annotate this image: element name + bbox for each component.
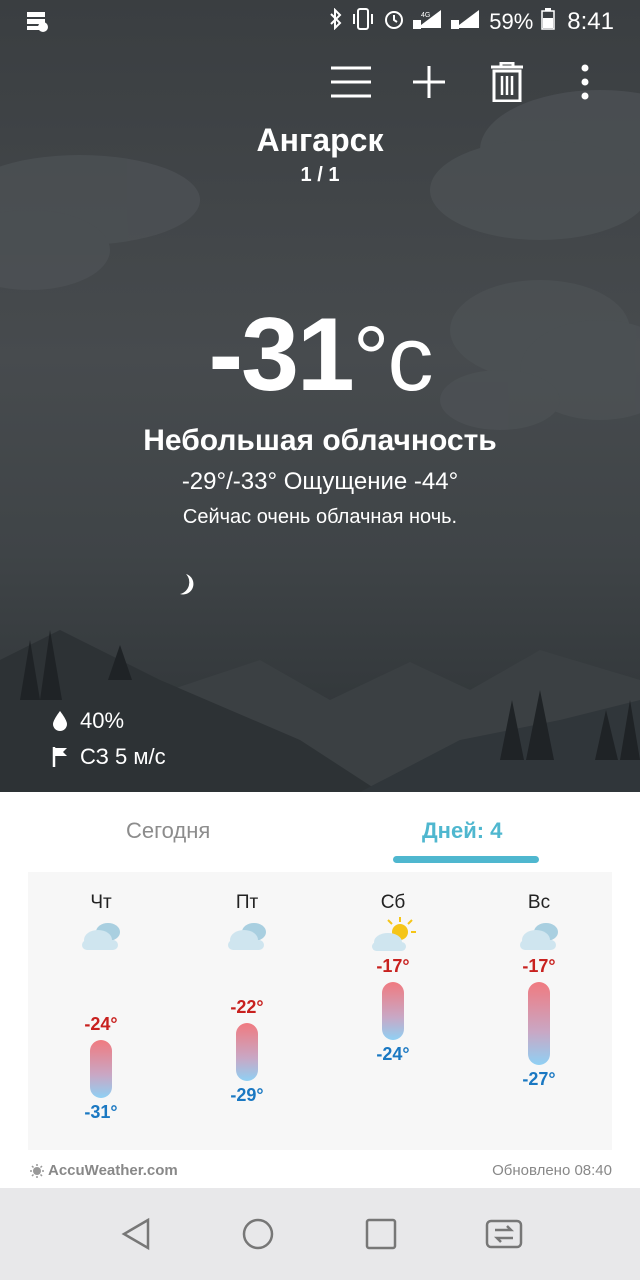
forecast-day[interactable]: Сб -17° -24°: [320, 872, 466, 1150]
low-temp: -31°: [84, 1102, 118, 1122]
menu-icon: [331, 66, 371, 98]
cloudy-icon: [520, 923, 558, 950]
svg-text:4G: 4G: [421, 12, 430, 19]
accuweather-sun-icon: [30, 1163, 44, 1178]
day-name: Пт: [235, 892, 259, 913]
day-name: Чт: [90, 892, 112, 913]
humidity-row: 40%: [52, 708, 124, 734]
vibrate-icon: [351, 8, 375, 36]
temperature-range-feels-like: -29°/-33° Ощущение -44°: [181, 468, 459, 495]
signal-sim2-icon: [451, 8, 481, 36]
home-icon: [242, 1218, 274, 1250]
temperature-value: -31: [208, 297, 354, 413]
forecast-day[interactable]: Чт -24° -31°: [28, 872, 174, 1150]
status-bar: 4G 59% 8:41: [0, 0, 640, 44]
menu-button[interactable]: [312, 56, 390, 108]
forecast-day[interactable]: Пт -22° -29°: [174, 872, 320, 1150]
battery-percent: 59%: [489, 9, 534, 34]
high-temp: -24°: [84, 1014, 118, 1034]
updated-time: Обновлено 08:40: [492, 1162, 612, 1179]
forecast-day[interactable]: Вс -17° -27°: [466, 872, 612, 1150]
weather-hero: 4G 59% 8:41 Ангарск 1 / 1 -31°c Небольша…: [0, 0, 640, 792]
tab-days[interactable]: Дней: 4: [422, 818, 502, 844]
high-temp: -22°: [230, 997, 264, 1018]
low-temp: -24°: [376, 1044, 410, 1064]
bluetooth-icon: [329, 7, 343, 36]
high-temp: -17°: [522, 956, 556, 976]
navigation-bar: [0, 1188, 640, 1280]
temp-range-bar: [236, 1023, 258, 1082]
more-options-button[interactable]: [546, 56, 624, 108]
moon-shape: [180, 574, 194, 595]
wind-value: СЗ 5 м/с: [80, 744, 166, 769]
add-icon: [413, 66, 445, 98]
cloudy-icon: [228, 923, 266, 950]
recents-icon: [365, 1218, 397, 1250]
more-icon: [581, 64, 589, 100]
signal-sim1-4g-icon: 4G: [413, 8, 443, 36]
back-icon: [121, 1217, 150, 1251]
wind-row: СЗ 5 м/с: [52, 744, 166, 770]
day-name: Вс: [527, 892, 551, 913]
day-name: Сб: [380, 892, 406, 913]
alarm-icon: [383, 8, 405, 36]
delete-location-button[interactable]: [468, 56, 546, 108]
active-tab-indicator: [393, 856, 539, 863]
back-button[interactable]: [116, 1214, 156, 1254]
brand-label: AccuWeather.com: [48, 1162, 178, 1179]
wind-flag-icon: [52, 747, 67, 767]
notification-server-icon: [26, 10, 48, 37]
forecast-tabs: Сегодня Дней: 4: [0, 792, 640, 864]
humidity-value: 40%: [80, 708, 125, 733]
temp-range-bar: [90, 1040, 112, 1098]
high-temp: -17°: [376, 956, 410, 976]
location-page-indicator: 1 / 1: [300, 164, 340, 186]
cloudy-icon: [82, 923, 120, 950]
add-location-button[interactable]: [390, 56, 468, 108]
low-temp: -29°: [230, 1085, 264, 1106]
home-button[interactable]: [238, 1214, 278, 1254]
humidity-drop-icon: [53, 711, 67, 731]
battery-icon: [541, 8, 556, 36]
tab-today[interactable]: Сегодня: [126, 818, 210, 844]
weather-description: Сейчас очень облачная ночь.: [182, 506, 458, 528]
delete-icon: [491, 62, 523, 102]
temp-range-bar: [382, 982, 404, 1040]
dual-window-icon: [485, 1219, 523, 1249]
accuweather-link[interactable]: AccuWeather.com: [30, 1162, 178, 1179]
daily-forecast: Чт -24° -31° Пт -22° -29° Сб -17° -24° В…: [28, 872, 612, 1150]
status-time: 8:41: [567, 8, 614, 35]
temp-range-bar: [528, 982, 550, 1065]
panel-footer: AccuWeather.com Обновлено 08:40: [0, 1158, 640, 1186]
recents-button[interactable]: [361, 1214, 401, 1254]
temperature-unit: °c: [352, 308, 434, 410]
forecast-panel: Сегодня Дней: 4 Чт -24° -31° Пт -22° -29…: [0, 792, 640, 1188]
toolbar: [312, 56, 624, 108]
weather-condition: Небольшая облачность: [143, 424, 497, 457]
city-name: Ангарск: [256, 122, 384, 158]
current-temperature: -31°c: [0, 296, 640, 415]
partly-sunny-icon: [372, 917, 416, 951]
dual-window-button[interactable]: [484, 1214, 524, 1254]
low-temp: -27°: [522, 1068, 556, 1089]
